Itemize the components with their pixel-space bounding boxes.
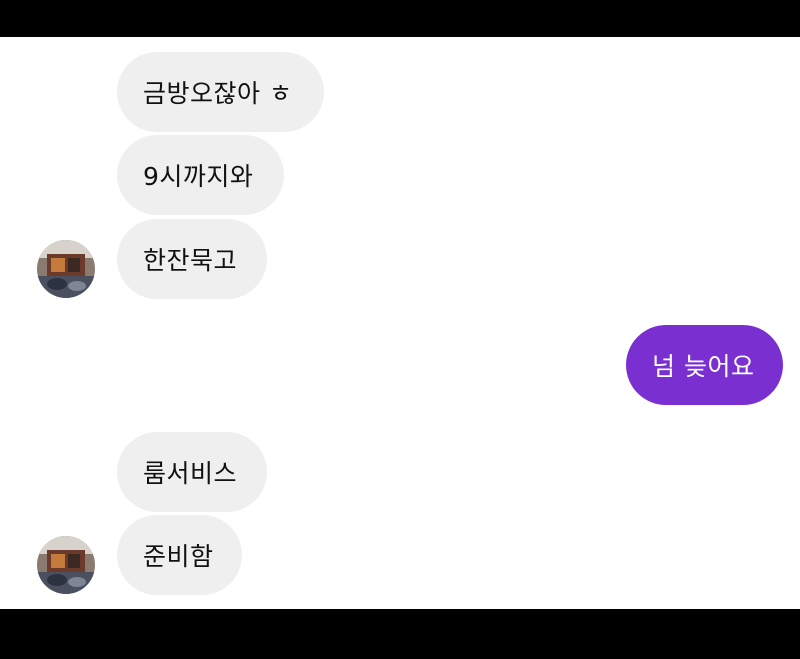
incoming-message-bubble[interactable]: 한잔묵고 <box>117 219 267 299</box>
incoming-message-bubble[interactable]: 금방오잖아 ㅎ <box>117 52 324 132</box>
incoming-message-bubble[interactable]: 룸서비스 <box>117 432 267 512</box>
room-photo-avatar-icon <box>37 536 95 594</box>
top-black-bar <box>0 0 800 37</box>
incoming-message-bubble[interactable]: 준비함 <box>117 515 242 595</box>
incoming-message-bubble[interactable]: 9시까지와 <box>117 135 284 215</box>
chat-thread[interactable]: 금방오잖아 ㅎ 9시까지와 한잔묵고 넘 늦어요 룸서비스 준비함 <box>0 37 800 609</box>
room-photo-avatar-icon <box>37 240 95 298</box>
bottom-black-bar <box>0 609 800 659</box>
sender-avatar[interactable] <box>37 536 95 594</box>
sent-message-bubble[interactable]: 넘 늦어요 <box>626 325 783 405</box>
sender-avatar[interactable] <box>37 240 95 298</box>
